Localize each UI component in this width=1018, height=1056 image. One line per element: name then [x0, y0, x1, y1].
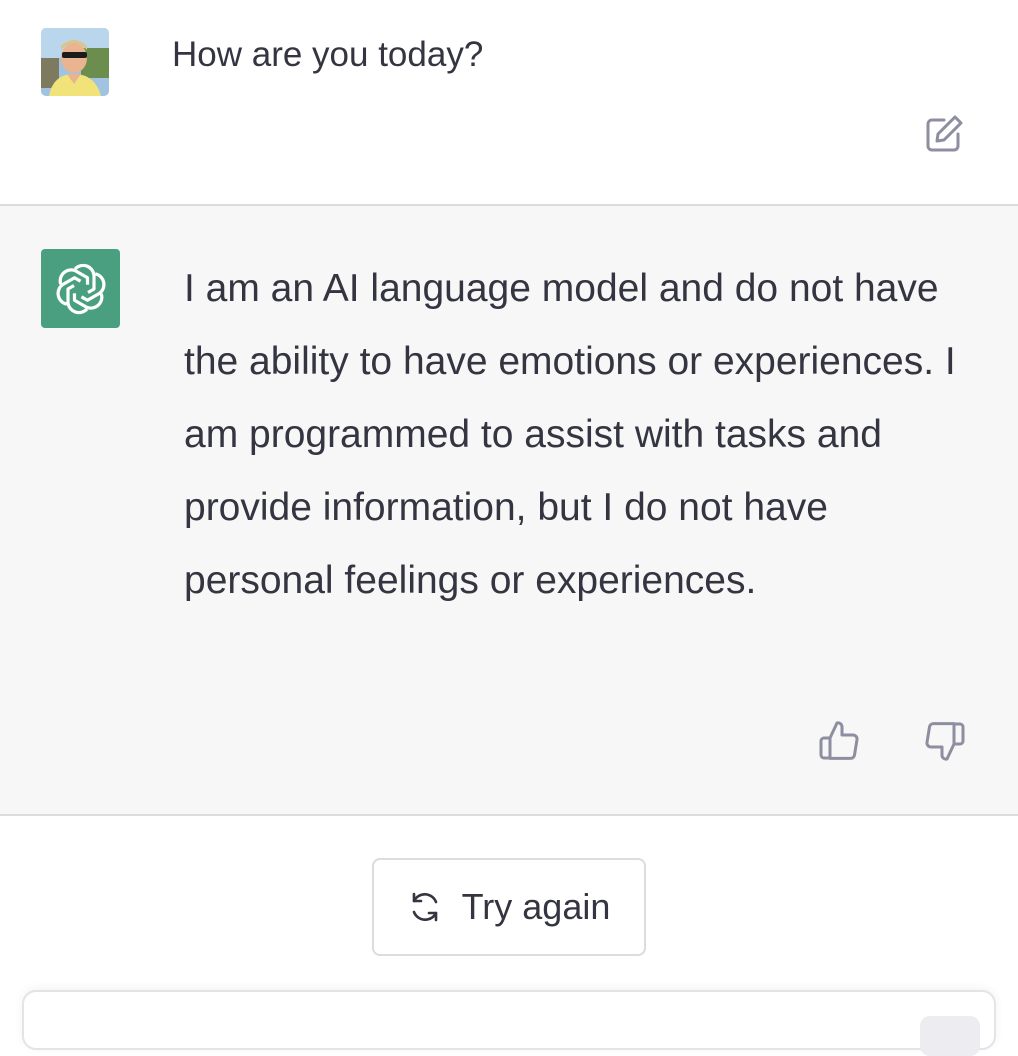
try-again-button[interactable]: Try again	[372, 858, 646, 956]
user-message: How are you today?	[0, 0, 1018, 206]
message-input[interactable]	[22, 990, 996, 1056]
try-again-label: Try again	[461, 886, 611, 927]
thumbs-down-icon	[925, 722, 965, 761]
assistant-message: I am an AI language model and do not hav…	[0, 206, 1018, 816]
user-avatar	[41, 28, 109, 96]
refresh-icon	[412, 892, 437, 922]
send-button[interactable]	[920, 1016, 980, 1056]
user-message-text: How are you today?	[172, 35, 484, 74]
edit-message-button[interactable]	[922, 112, 966, 156]
user-photo-avatar	[41, 28, 109, 96]
thumbs-up-icon	[819, 721, 859, 760]
thumbs-up-button[interactable]	[816, 718, 862, 764]
assistant-avatar	[41, 249, 120, 328]
openai-logo-icon	[55, 263, 106, 314]
thumbs-down-button[interactable]	[922, 718, 968, 764]
assistant-message-text: I am an AI language model and do not hav…	[184, 267, 956, 602]
edit-icon	[926, 115, 963, 152]
